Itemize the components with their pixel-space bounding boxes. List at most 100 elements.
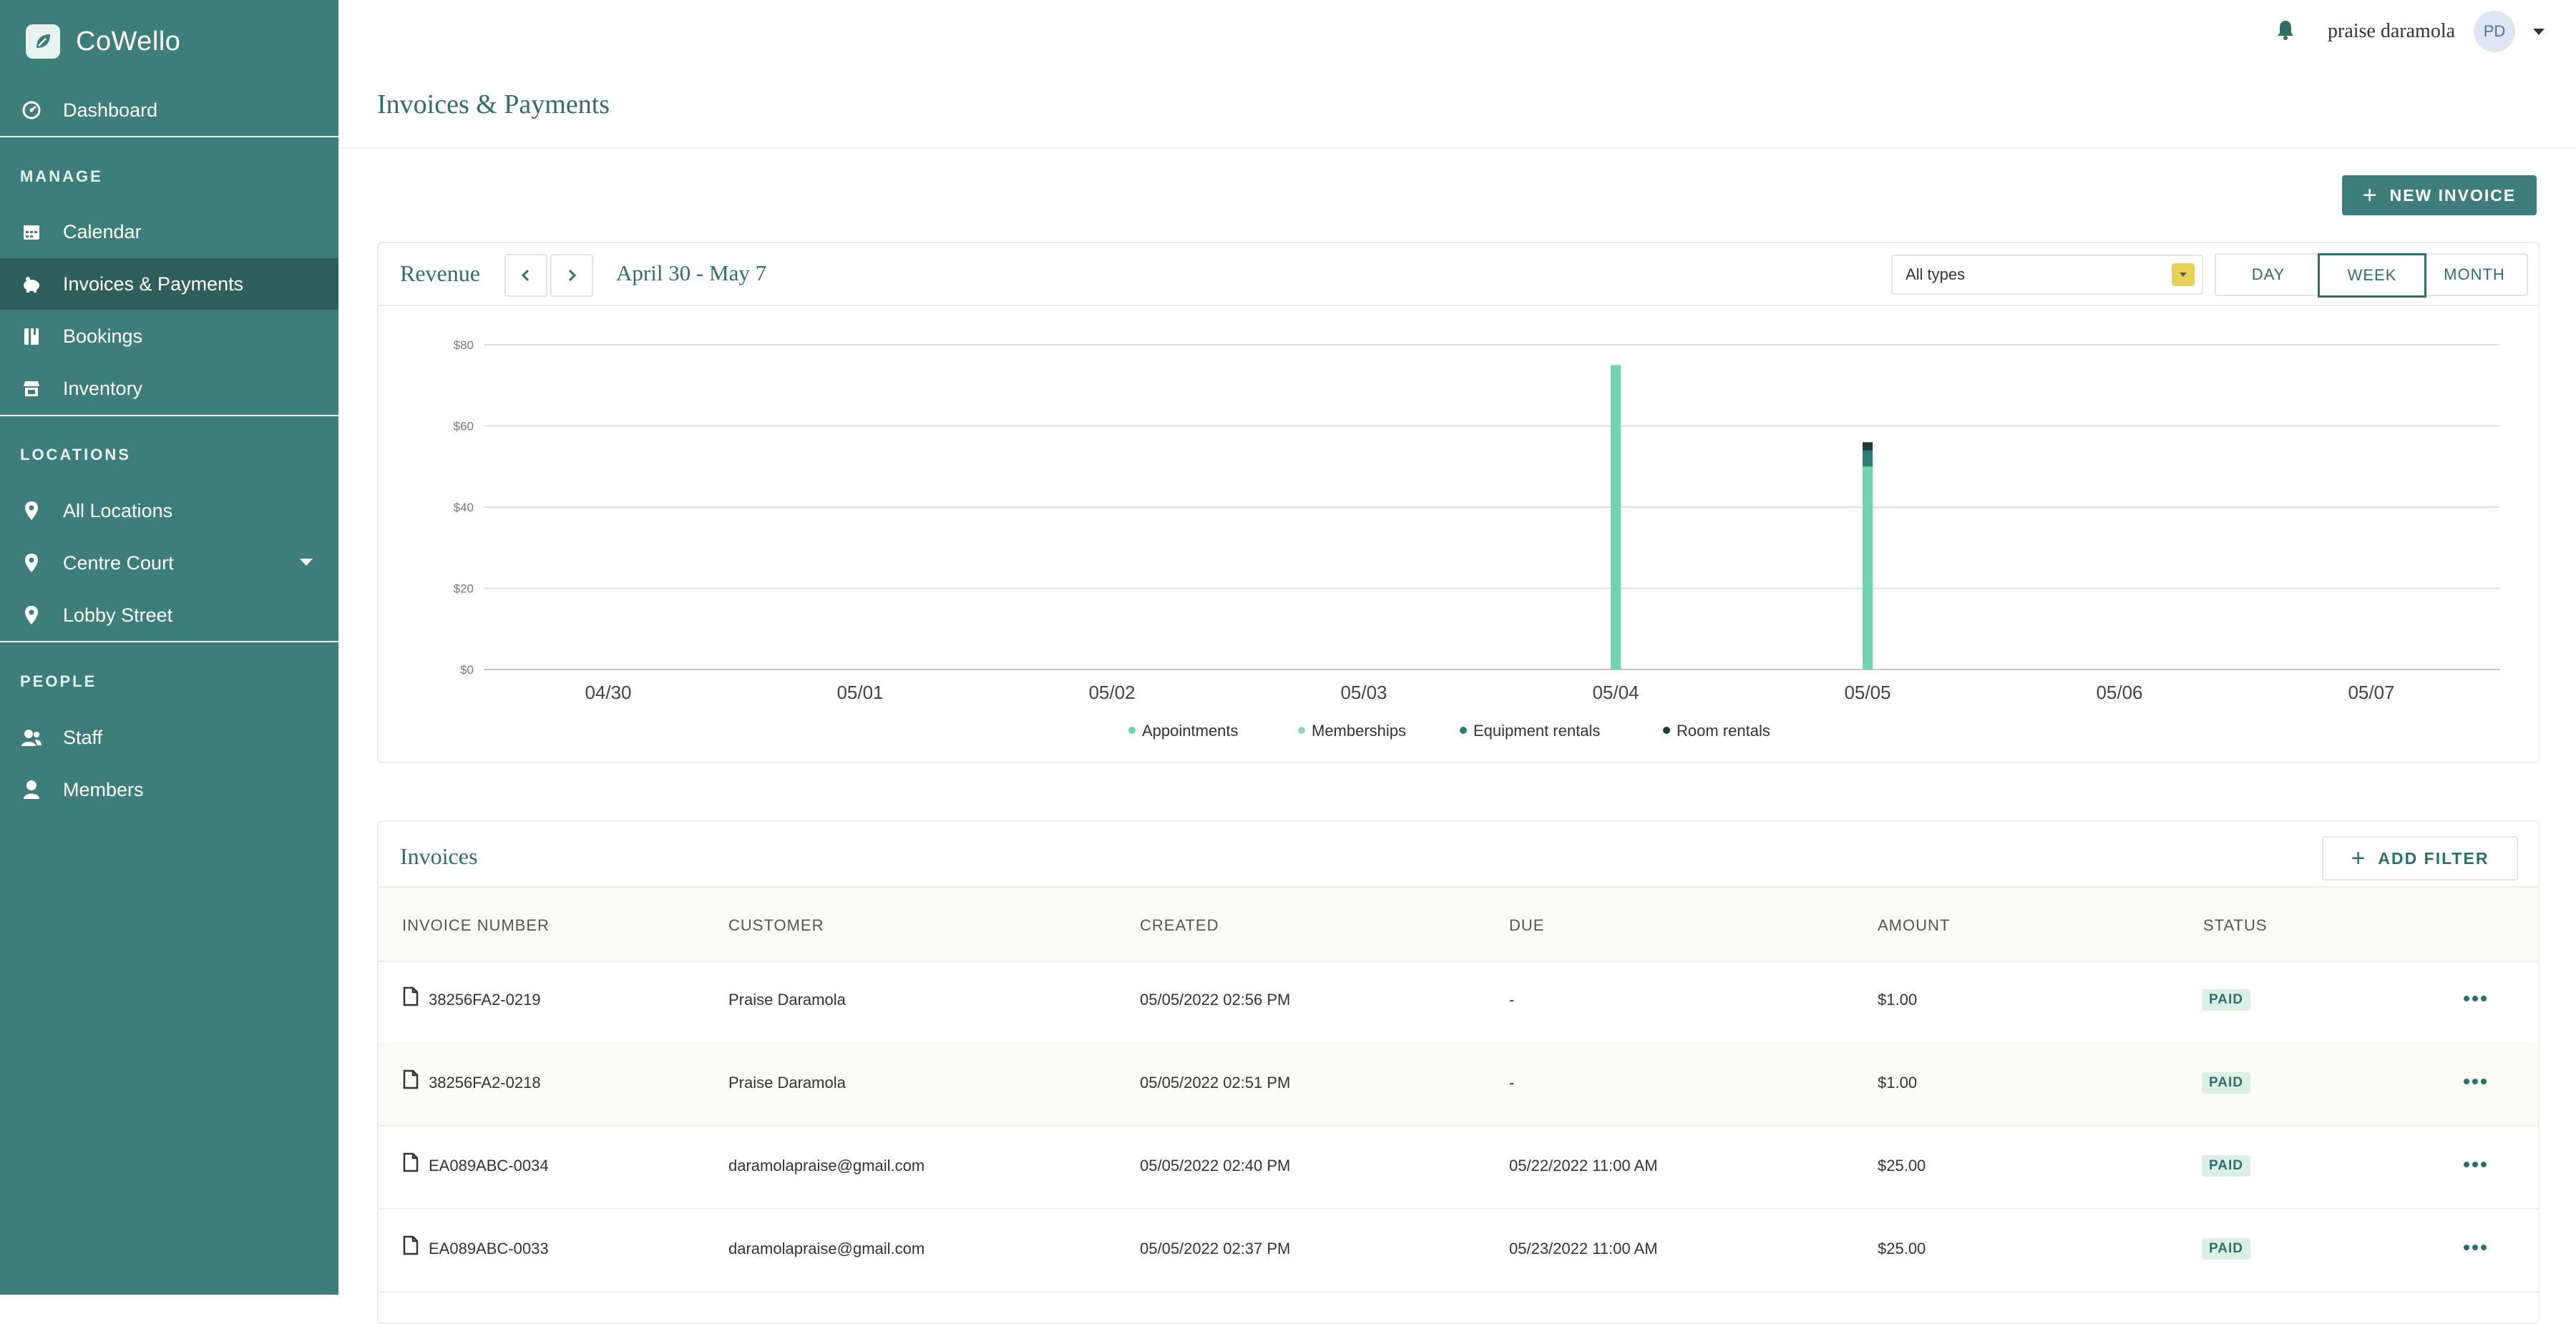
chevron-down-icon xyxy=(2172,263,2195,286)
legend-swatch xyxy=(1128,727,1136,734)
section-manage: MANAGE xyxy=(20,167,103,185)
x-tick-label: 04/30 xyxy=(585,682,631,703)
bell-icon[interactable] xyxy=(2275,19,2296,45)
column-header[interactable]: AMOUNT xyxy=(1878,916,1950,935)
sidebar-item-label: Invoices & Payments xyxy=(63,273,244,295)
divider xyxy=(338,147,2576,149)
plus-icon: + xyxy=(2351,845,2367,872)
bar-appointments[interactable] xyxy=(1863,466,1873,670)
table-row[interactable]: EA089ABC-0034 daramolapraise@gmail.com 0… xyxy=(379,1125,2538,1210)
sidebar-item-lobby-street[interactable]: Lobby Street xyxy=(0,589,338,641)
y-tick-label: $20 xyxy=(454,582,474,596)
bar-appointments[interactable] xyxy=(1611,365,1621,670)
legend-swatch xyxy=(1663,727,1670,734)
document-icon xyxy=(403,1152,419,1176)
bookings-icon xyxy=(20,325,43,348)
prev-period-button[interactable] xyxy=(504,254,547,297)
column-header[interactable]: CREATED xyxy=(1140,916,1219,935)
due: 05/23/2022 11:00 AM xyxy=(1509,1240,1658,1257)
add-filter-button[interactable]: + ADD FILTER xyxy=(2322,836,2518,881)
document-icon xyxy=(403,1069,419,1093)
chevron-down-icon[interactable] xyxy=(300,559,313,566)
sidebar-item-all-locations[interactable]: All Locations xyxy=(0,485,338,536)
invoice-number[interactable]: EA089ABC-0033 xyxy=(429,1240,549,1258)
period-day-button[interactable]: DAY xyxy=(2215,253,2322,296)
sidebar-item-label: Bookings xyxy=(63,325,143,347)
invoice-number[interactable]: EA089ABC-0034 xyxy=(429,1157,549,1175)
due: 05/22/2022 11:00 AM xyxy=(1509,1157,1658,1175)
x-tick-label: 05/06 xyxy=(2096,682,2142,703)
bar-equipment-rentals[interactable] xyxy=(1863,450,1873,467)
customer: Praise Daramola xyxy=(728,1074,846,1092)
staff-icon xyxy=(20,726,43,749)
sidebar-item-label: Centre Court xyxy=(63,551,174,574)
amount: $1.00 xyxy=(1878,1074,1918,1092)
table-row[interactable]: 38256FA2-0218 Praise Daramola 05/05/2022… xyxy=(379,1042,2538,1127)
sidebar: CoWello Dashboard MANAGE Calendar Invoic… xyxy=(0,0,338,1295)
table-row[interactable]: 38256FA2-0219 Praise Daramola 05/05/2022… xyxy=(379,959,2538,1044)
period-month-button[interactable]: MONTH xyxy=(2421,253,2528,296)
legend-swatch xyxy=(1298,727,1305,734)
plus-icon: + xyxy=(2362,182,2379,209)
type-select-value: All types xyxy=(1906,265,1966,283)
section-locations: LOCATIONS xyxy=(20,446,131,464)
sidebar-item-bookings[interactable]: Bookings xyxy=(0,310,338,362)
more-icon[interactable] xyxy=(2459,988,2491,1009)
amount: $25.00 xyxy=(1878,1240,1926,1257)
invoices-title: Invoices xyxy=(400,843,478,869)
legend-label[interactable]: Appointments xyxy=(1142,722,1239,740)
invoices-card: Invoices + ADD FILTER INVOICE NUMBER CUS… xyxy=(377,820,2540,1324)
column-header[interactable]: DUE xyxy=(1509,916,1544,935)
bar-room-rentals[interactable] xyxy=(1863,442,1873,451)
invoice-number[interactable]: 38256FA2-0219 xyxy=(429,991,541,1009)
more-icon[interactable] xyxy=(2459,1154,2491,1175)
period-week-button[interactable]: WEEK xyxy=(2318,253,2426,298)
new-invoice-button[interactable]: + NEW INVOICE xyxy=(2342,175,2537,215)
sidebar-item-label: Members xyxy=(63,778,144,800)
legend-label[interactable]: Equipment rentals xyxy=(1473,722,1600,740)
avatar[interactable]: PD xyxy=(2474,11,2515,52)
revenue-chart: $0 $20 $40 $60 $80 04/30 05/01 05/02 05/03 05/04… xyxy=(454,338,2499,740)
column-header[interactable]: STATUS xyxy=(2203,916,2268,935)
sidebar-item-dashboard[interactable]: Dashboard xyxy=(0,84,338,136)
legend-label[interactable]: Memberships xyxy=(1312,722,1406,740)
location-pin-icon xyxy=(20,499,43,522)
x-tick-label: 05/02 xyxy=(1088,682,1135,703)
x-tick-label: 05/03 xyxy=(1340,682,1387,703)
sidebar-item-invoices-payments[interactable]: Invoices & Payments xyxy=(0,258,338,310)
page-title: Invoices & Payments xyxy=(377,89,610,119)
legend-label[interactable]: Room rentals xyxy=(1677,722,1770,740)
column-header[interactable]: CUSTOMER xyxy=(728,916,824,935)
sidebar-item-inventory[interactable]: Inventory xyxy=(0,363,338,414)
sidebar-item-label: Dashboard xyxy=(63,99,158,121)
sidebar-item-calendar[interactable]: Calendar xyxy=(0,206,338,258)
sidebar-item-label: All Locations xyxy=(63,499,173,521)
chevron-down-icon[interactable] xyxy=(2533,29,2545,35)
y-tick-label: $0 xyxy=(460,663,474,677)
next-period-button[interactable] xyxy=(550,254,593,297)
more-icon[interactable] xyxy=(2459,1071,2491,1092)
sidebar-item-label: Inventory xyxy=(63,377,143,399)
sidebar-item-centre-court[interactable]: Centre Court xyxy=(0,537,338,589)
due: - xyxy=(1509,1074,1515,1092)
section-people: PEOPLE xyxy=(20,672,97,690)
sidebar-item-members[interactable]: Members xyxy=(0,764,338,815)
brand[interactable]: CoWello xyxy=(26,23,180,60)
more-icon[interactable] xyxy=(2459,1237,2491,1258)
inventory-icon xyxy=(20,377,43,400)
created: 05/05/2022 02:37 PM xyxy=(1140,1240,1291,1257)
table-row[interactable]: EA089ABC-0033 daramolapraise@gmail.com 0… xyxy=(379,1208,2538,1293)
sidebar-item-label: Calendar xyxy=(63,220,142,242)
document-icon xyxy=(403,1235,419,1259)
user-name[interactable]: praise daramola xyxy=(2328,20,2455,43)
sidebar-item-staff[interactable]: Staff xyxy=(0,712,338,763)
location-pin-icon xyxy=(20,604,43,627)
invoice-number[interactable]: 38256FA2-0218 xyxy=(429,1074,541,1092)
document-icon xyxy=(403,986,419,1010)
type-select[interactable]: All types xyxy=(1891,255,2203,295)
add-filter-label: ADD FILTER xyxy=(2378,848,2489,868)
column-header[interactable]: INVOICE NUMBER xyxy=(402,916,550,935)
piggy-bank-icon xyxy=(20,273,43,295)
new-invoice-label: NEW INVOICE xyxy=(2389,185,2517,205)
x-tick-label: 05/05 xyxy=(1844,682,1890,703)
